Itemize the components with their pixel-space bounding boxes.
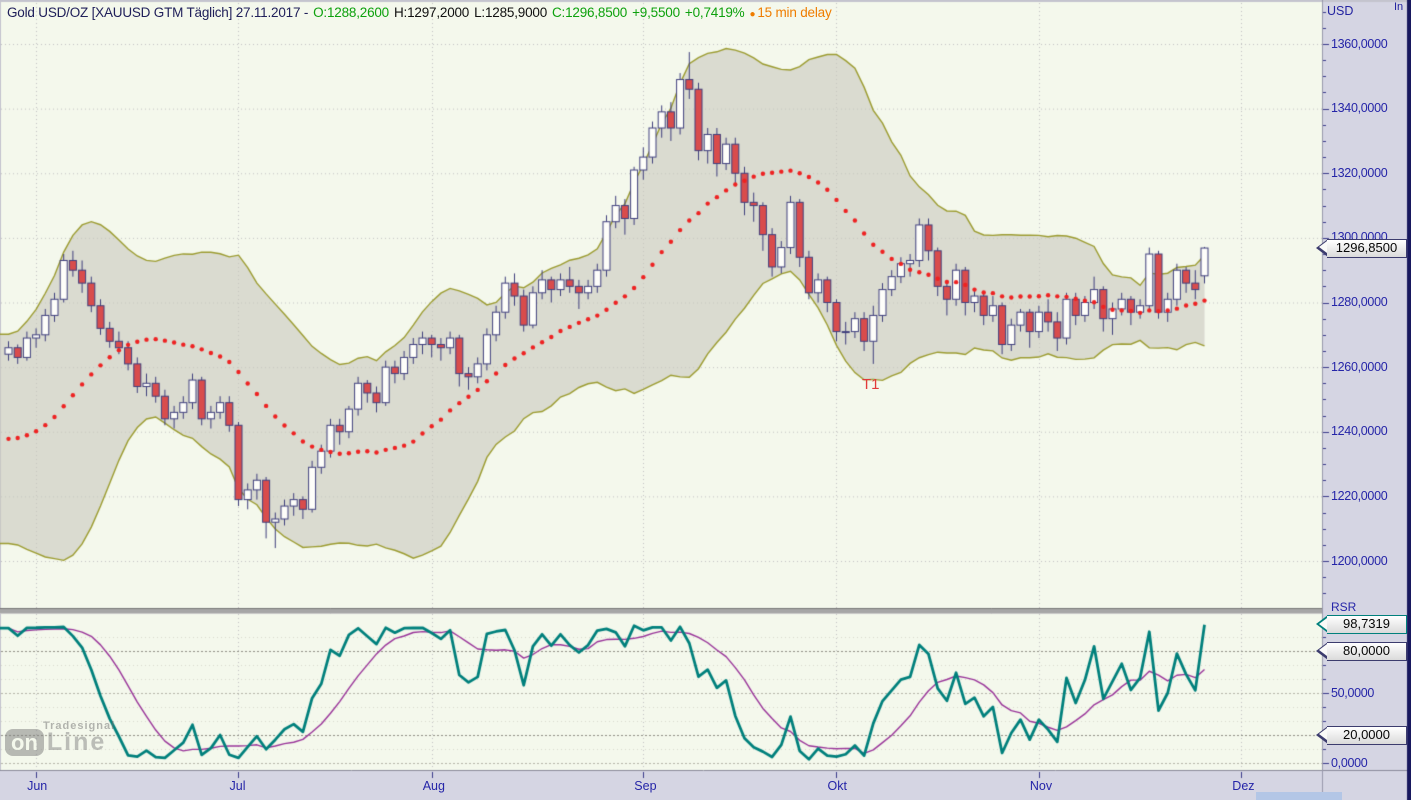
price-chart-canvas[interactable]	[0, 0, 1411, 800]
trading-chart-window: Gold USD/OZ [XAUUSD GTM Täglich] 27.11.2…	[0, 0, 1411, 800]
scrollbar-fragment[interactable]	[1256, 792, 1342, 800]
